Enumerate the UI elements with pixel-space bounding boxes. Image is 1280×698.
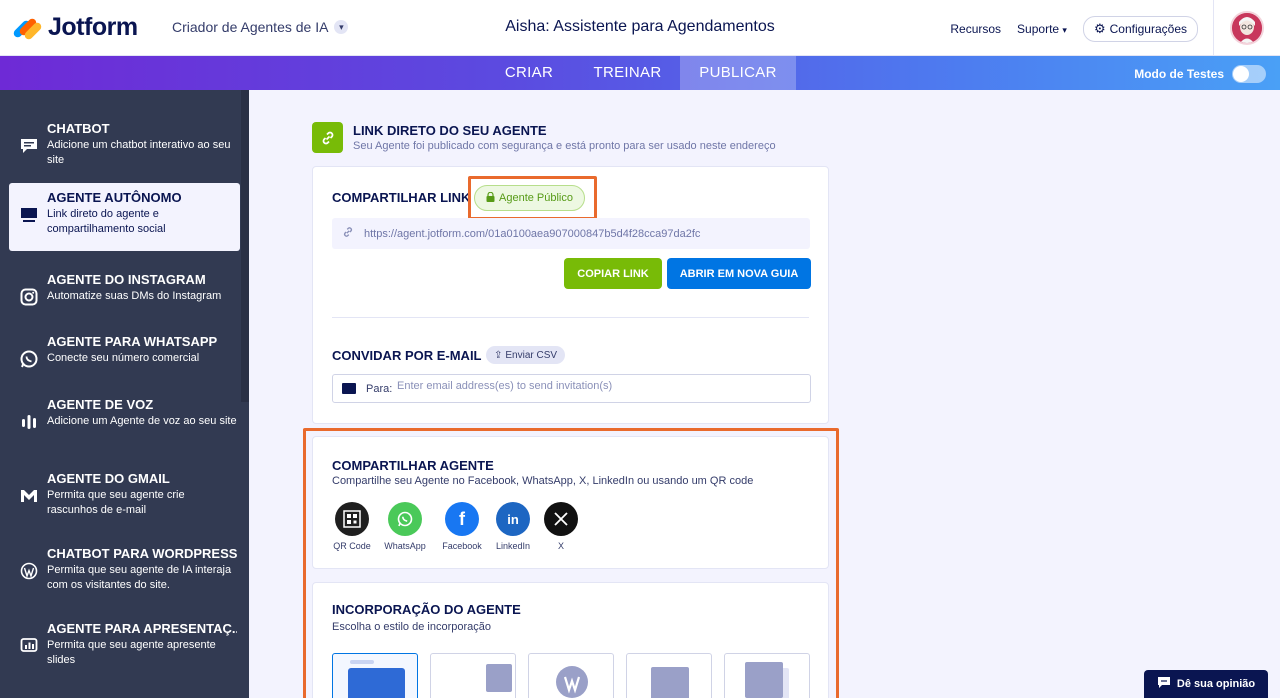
link-icon: [312, 122, 343, 153]
settings-button[interactable]: ⚙ Configurações: [1082, 16, 1198, 42]
sidebar-item-chatbot[interactable]: CHATBOT Adicione um chatbot interativo a…: [9, 114, 240, 182]
upload-csv-button[interactable]: ⇪ Enviar CSV: [486, 346, 566, 364]
chevron-down-icon: ▾: [334, 20, 349, 34]
builder-tabs: CRIAR TREINAR PUBLICAR Modo de Testes: [0, 56, 1280, 90]
sidebar-item-desc: Permita que seu agente apresente slides: [47, 639, 216, 666]
sidebar-item-title: AGENTE PARA APRESENTAÇ...: [47, 621, 237, 636]
whatsapp-icon: [19, 349, 39, 369]
sidebar-scrollbar[interactable]: [241, 90, 249, 402]
share-link-card: COMPARTILHAR LINK Agente Público https:/…: [312, 166, 829, 424]
sidebar-item-title: AGENTE PARA WHATSAPP: [47, 334, 218, 349]
sidebar-item-whatsapp[interactable]: AGENTE PARA WHATSAPP Conecte seu número …: [9, 327, 240, 395]
app-switcher-label: Criador de Agentes de IA: [172, 19, 329, 35]
upload-csv-label: Enviar CSV: [505, 349, 558, 361]
header-divider: [1213, 0, 1214, 56]
sidebar-item-desc: Link direto do agente e compartilhamento…: [47, 208, 166, 235]
sidebar-item-title: AGENTE AUTÔNOMO: [47, 190, 182, 205]
sidebar-item-desc: Conecte seu número comercial: [47, 352, 200, 364]
test-mode-label: Modo de Testes: [1134, 67, 1224, 81]
sidebar-item-presentation[interactable]: AGENTE PARA APRESENTAÇ... Permita que se…: [9, 614, 240, 682]
logo-text: Jotform: [48, 13, 138, 41]
sidebar-item-title: AGENTE DE VOZ: [47, 397, 154, 412]
gear-icon: ⚙: [1093, 21, 1106, 36]
badge-highlight-box: [468, 176, 597, 220]
agent-url-text: https://agent.jotform.com/01a0100aea9070…: [364, 227, 701, 240]
sidebar-item-wordpress[interactable]: CHATBOT PARA WORDPRESS Permita que seu a…: [9, 539, 240, 607]
tab-criar[interactable]: CRIAR: [483, 56, 575, 90]
jotform-logo[interactable]: Jotform: [12, 13, 138, 42]
sidebar-item-instagram[interactable]: AGENTE DO INSTAGRAM Automatize suas DMs …: [9, 265, 240, 333]
share-link-label: COMPARTILHAR LINK: [332, 190, 471, 205]
presentation-icon: [19, 636, 39, 656]
email-to-label: Para:: [366, 383, 393, 395]
tab-treinar[interactable]: TREINAR: [575, 56, 680, 90]
direct-link-subtitle: Seu Agente foi publicado com segurança e…: [353, 140, 776, 152]
sidebar-item-desc: Adicione um chatbot interativo ao seu si…: [47, 139, 231, 166]
test-mode-control: Modo de Testes: [1134, 65, 1266, 83]
email-invite-field: Para:: [332, 374, 811, 403]
sidebar-item-voice[interactable]: AGENTE DE VOZ Adicione um Agente de voz …: [9, 390, 240, 458]
gmail-icon: [19, 486, 39, 506]
jotform-logo-icon: [12, 15, 43, 41]
link-icon: [342, 226, 354, 241]
agent-url-field[interactable]: https://agent.jotform.com/01a0100aea9070…: [332, 218, 810, 249]
feedback-label: Dê sua opinião: [1176, 678, 1256, 690]
copy-link-button[interactable]: COPIAR LINK: [564, 258, 662, 289]
support-menu[interactable]: Suporte ▾: [1017, 22, 1067, 36]
share-embed-highlight-box: [303, 428, 839, 698]
sidebar-item-title: AGENTE DO GMAIL: [47, 471, 170, 486]
resources-link[interactable]: Recursos: [950, 22, 1001, 36]
monitor-icon: [19, 205, 39, 225]
avatar[interactable]: [1230, 11, 1264, 45]
direct-link-title: LINK DIRETO DO SEU AGENTE: [353, 123, 547, 138]
sidebar-item-agente-autonomo[interactable]: AGENTE AUTÔNOMO Link direto do agente e …: [9, 183, 240, 251]
top-header: Jotform Criador de Agentes de IA ▾ Aisha…: [0, 0, 1280, 56]
main-content: LINK DIRETO DO SEU AGENTE Seu Agente foi…: [249, 90, 1280, 698]
feedback-button[interactable]: Dê sua opinião: [1144, 670, 1268, 698]
settings-label: Configurações: [1109, 22, 1187, 36]
sidebar-item-desc: Permita que seu agente de IA interaja co…: [47, 564, 232, 591]
wordpress-icon: [19, 561, 39, 581]
open-new-tab-button[interactable]: ABRIR EM NOVA GUIA: [667, 258, 811, 289]
tab-publicar[interactable]: PUBLICAR: [680, 56, 796, 90]
sidebar-item-desc: Automatize suas DMs do Instagram: [47, 290, 222, 302]
publish-sidebar: CHATBOT Adicione um chatbot interativo a…: [0, 90, 249, 698]
feedback-icon: [1157, 676, 1171, 692]
sidebar-item-desc: Adicione um Agente de voz ao seu site: [47, 415, 237, 427]
sidebar-item-title: AGENTE DO INSTAGRAM: [47, 272, 206, 287]
envelope-icon: [342, 383, 356, 394]
sidebar-item-title: CHATBOT: [47, 121, 110, 136]
chat-icon: [19, 136, 39, 156]
sidebar-item-desc: Permita que seu agente crie rascunhos de…: [47, 489, 185, 516]
invite-email-label: CONVIDAR POR E-MAIL: [332, 348, 482, 363]
avatar-illustration: [1232, 13, 1262, 43]
sidebar-item-title: CHATBOT PARA WORDPRESS: [47, 546, 237, 561]
support-label: Suporte: [1017, 22, 1060, 36]
test-mode-toggle[interactable]: [1232, 65, 1266, 83]
voice-icon: [19, 412, 39, 432]
sidebar-item-gmail[interactable]: AGENTE DO GMAIL Permita que seu agente c…: [9, 464, 240, 532]
app-switcher[interactable]: Criador de Agentes de IA ▾: [172, 19, 349, 35]
divider: [332, 317, 809, 318]
chevron-down-icon: ▾: [1062, 25, 1067, 35]
instagram-icon: [19, 287, 39, 307]
upload-icon: ⇪: [494, 349, 503, 361]
email-input[interactable]: [397, 380, 797, 392]
